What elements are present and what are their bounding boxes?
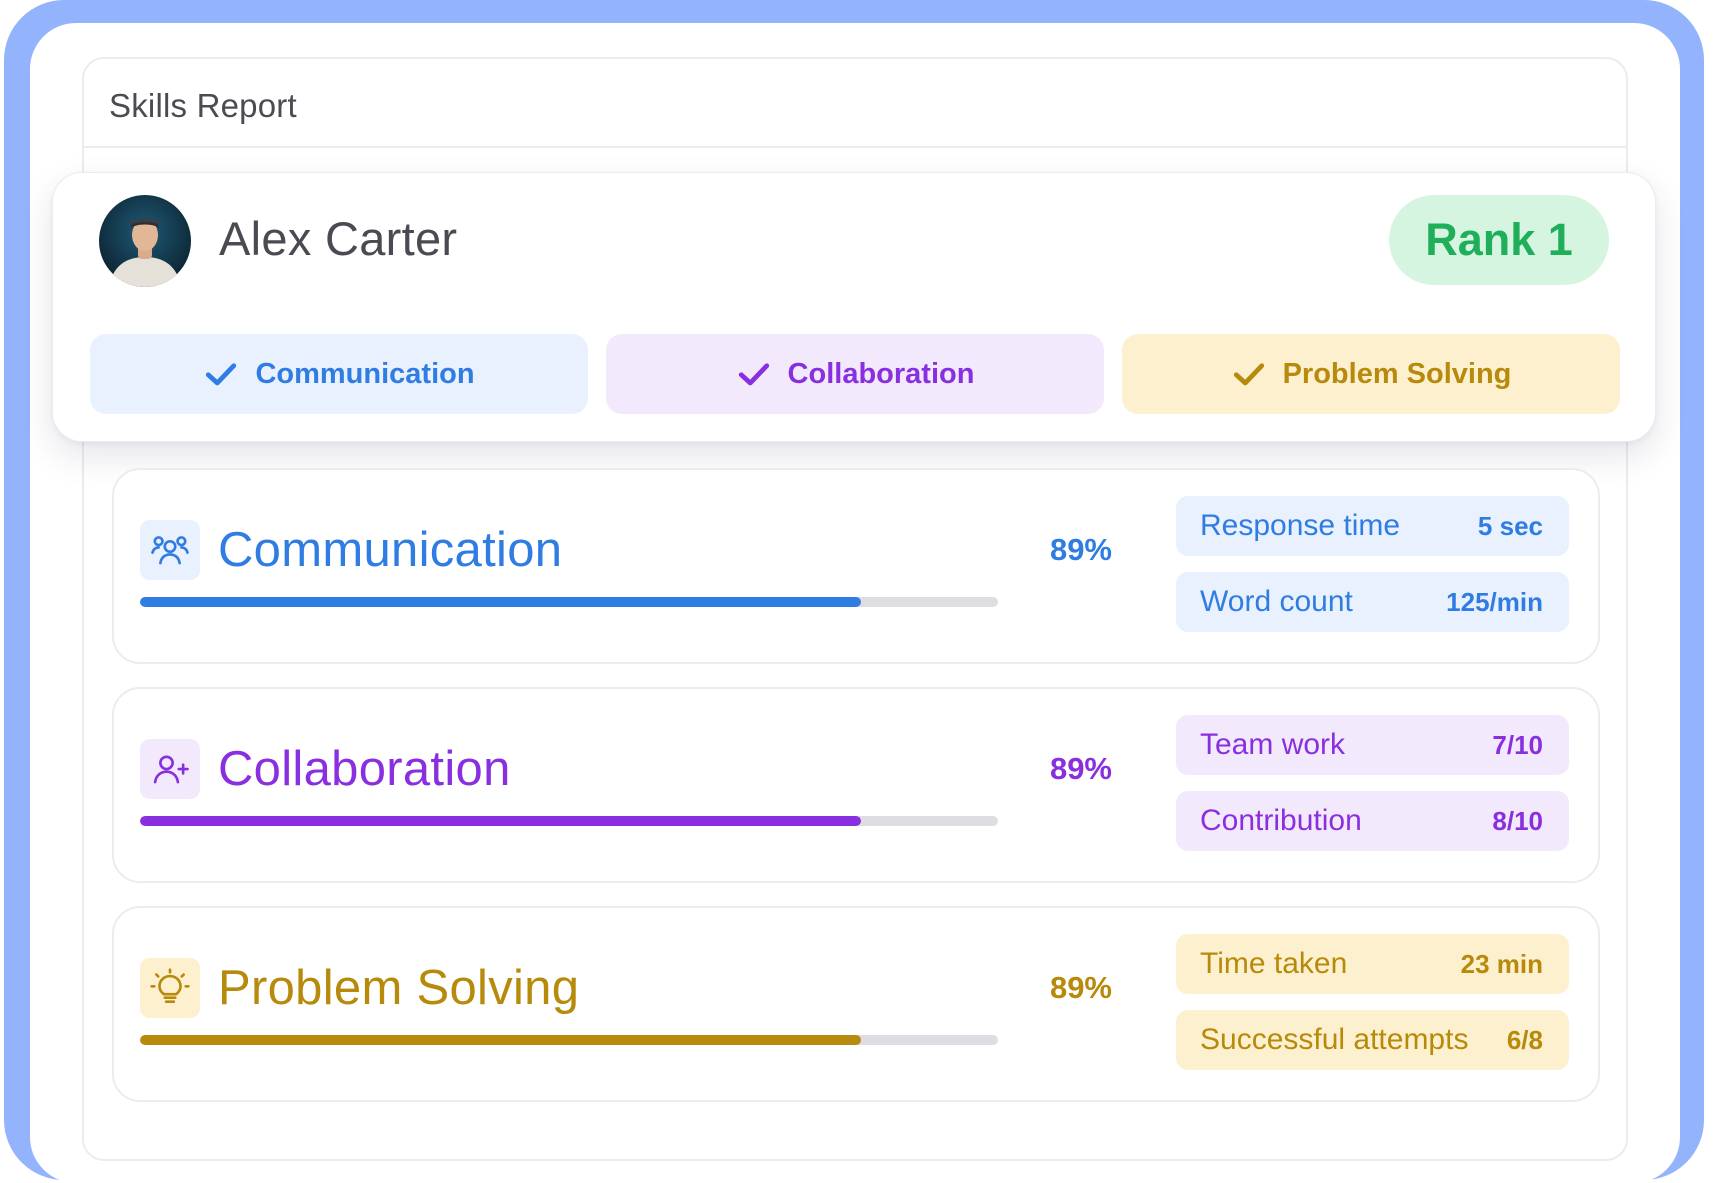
metric-word-count: Word count 125/min xyxy=(1176,572,1569,632)
check-icon xyxy=(1233,363,1264,386)
progress-fill xyxy=(140,597,861,607)
skill-title: Problem Solving xyxy=(218,961,580,1015)
rank-badge: Rank 1 xyxy=(1389,195,1609,285)
check-icon xyxy=(738,363,769,386)
chip-collaboration[interactable]: Collaboration xyxy=(606,334,1104,414)
page-title: Skills Report xyxy=(109,87,297,124)
skill-percent: 89% xyxy=(1049,532,1112,567)
metric-value: 8/10 xyxy=(1492,805,1543,836)
metric-label: Word count xyxy=(1200,585,1353,618)
metric-value: 7/10 xyxy=(1492,729,1543,760)
skill-chips: Communication Collaboration Problem Solv… xyxy=(90,334,1620,414)
skill-icon-box xyxy=(140,739,200,799)
skill-icon-box xyxy=(140,958,200,1018)
skill-card-collaboration[interactable]: Collaboration 89% Team work 7/10 Contrib… xyxy=(112,687,1600,883)
chip-label: Problem Solving xyxy=(1282,357,1512,390)
add-user-icon xyxy=(153,755,189,784)
metric-value: 23 min xyxy=(1460,948,1543,979)
skill-percent: 89% xyxy=(1049,751,1112,786)
progress-fill xyxy=(140,1035,861,1045)
metric-label: Contribution xyxy=(1200,804,1362,837)
avatar-portrait-icon xyxy=(109,218,181,287)
metric-response-time: Response time 5 sec xyxy=(1176,496,1569,556)
skill-title: Communication xyxy=(218,523,563,577)
progress-fill xyxy=(140,816,861,826)
chip-label: Collaboration xyxy=(787,357,975,390)
metric-label: Successful attempts xyxy=(1200,1023,1469,1056)
chip-communication[interactable]: Communication xyxy=(90,334,588,414)
skill-card-problem-solving[interactable]: Problem Solving 89% Time taken 23 min Su… xyxy=(112,906,1600,1102)
metric-value: 6/8 xyxy=(1506,1024,1543,1055)
metric-label: Time taken xyxy=(1200,947,1348,980)
metric-team-work: Team work 7/10 xyxy=(1176,715,1569,775)
skill-title: Collaboration xyxy=(218,742,511,796)
progress-track xyxy=(140,1035,998,1045)
skill-card-communication[interactable]: Communication 89% Response time 5 sec Wo… xyxy=(112,468,1600,664)
avatar[interactable] xyxy=(99,195,191,287)
metric-contribution: Contribution 8/10 xyxy=(1176,791,1569,851)
profile-card: Alex Carter Rank 1 Communication Collabo… xyxy=(52,172,1656,442)
metric-value: 5 sec xyxy=(1477,510,1543,541)
user-name: Alex Carter xyxy=(219,212,458,265)
metric-time-taken: Time taken 23 min xyxy=(1176,934,1569,994)
metric-value: 125/min xyxy=(1446,586,1543,617)
skill-percent: 89% xyxy=(1049,970,1112,1005)
metric-label: Response time xyxy=(1200,509,1401,542)
skill-icon-box xyxy=(140,520,200,580)
chip-label: Communication xyxy=(255,357,475,390)
check-icon xyxy=(206,363,237,386)
progress-track xyxy=(140,816,998,826)
chip-problem-solving[interactable]: Problem Solving xyxy=(1122,334,1620,414)
metric-successful-attempts: Successful attempts 6/8 xyxy=(1176,1010,1569,1070)
header-divider xyxy=(84,146,1626,148)
metric-label: Team work xyxy=(1200,728,1346,761)
people-group-icon xyxy=(151,536,189,565)
progress-track xyxy=(140,597,998,607)
lightbulb-icon xyxy=(150,968,190,1003)
